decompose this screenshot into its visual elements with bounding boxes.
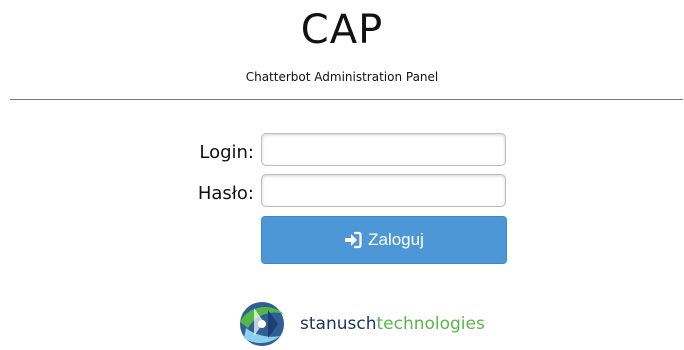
login-button[interactable]: Zaloguj [261, 216, 507, 264]
password-field[interactable] [261, 174, 506, 207]
divider [10, 99, 683, 100]
app-title: CAP [300, 7, 384, 53]
login-field[interactable] [261, 133, 506, 166]
sign-in-icon [344, 231, 362, 249]
stanusch-logo-icon [240, 302, 284, 346]
password-label: Hasło: [197, 183, 254, 204]
login-label: Login: [199, 142, 254, 163]
brand-name: stanuschtechnologies [300, 314, 485, 334]
brand-footer: stanuschtechnologies [234, 298, 485, 350]
login-button-label: Zaloguj [368, 230, 424, 249]
brand-name-stanusch: stanusch [300, 314, 377, 334]
app-subtitle: Chatterbot Administration Panel [245, 70, 439, 84]
brand-name-technologies: technologies [376, 314, 485, 334]
